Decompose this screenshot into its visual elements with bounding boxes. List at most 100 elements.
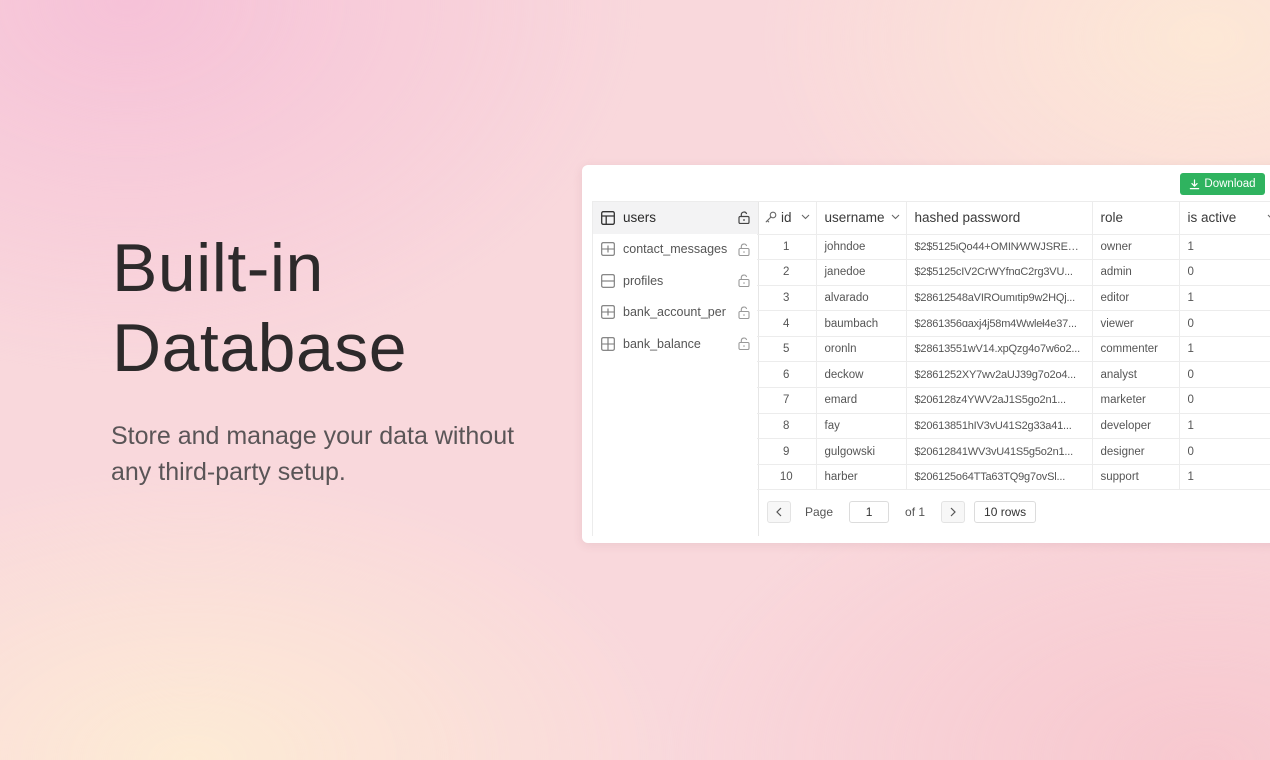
cell-role[interactable]: viewer	[1092, 310, 1180, 337]
cell-role[interactable]: designer	[1092, 438, 1180, 465]
cell-is-active[interactable]: 1	[1179, 464, 1270, 491]
sidebar-item-label: users	[623, 210, 657, 226]
cell-username[interactable]: fay	[816, 413, 907, 440]
sidebar-item-profiles[interactable]: profiles	[593, 265, 758, 297]
chevron-right-icon	[950, 507, 956, 517]
sidebar-item-bank-balance[interactable]: bank_balance	[593, 328, 758, 360]
download-button[interactable]: Download	[1180, 173, 1265, 195]
cell-is-active[interactable]: 1	[1179, 234, 1270, 261]
page-count-label: of 1	[905, 505, 926, 519]
column-header-id[interactable]: id	[757, 202, 817, 235]
cell-id[interactable]: 1	[757, 234, 817, 261]
cell-role[interactable]: analyst	[1092, 361, 1180, 389]
cell-hashed-password[interactable]: $28612548aVIROumıtip9w2HQj...	[906, 285, 1093, 312]
sidebar-item-contact-messages[interactable]: contact_messages	[593, 234, 758, 266]
table-row[interactable]: 3 alvarado $28612548aVIROumıtip9w2HQj...…	[757, 285, 1270, 312]
next-page-button[interactable]	[941, 501, 966, 523]
lock-icon	[738, 274, 750, 287]
cell-hashed-password[interactable]: $2$5125ιQo44+OMIN⁄WWJSREHg...	[906, 234, 1093, 261]
cell-is-active[interactable]: 1	[1179, 285, 1270, 312]
cell-id[interactable]: 4	[757, 310, 817, 337]
cell-hashed-password[interactable]: $28613551wV14.xpQzg4o7w6o2...	[906, 336, 1093, 363]
chevron-down-icon[interactable]	[1267, 214, 1270, 220]
cell-is-active[interactable]: 0	[1179, 387, 1270, 414]
table-row[interactable]: 2 janedoe $2$5125cIV2CrWYfnɑC2rg3VU... a…	[757, 259, 1270, 286]
cell-hashed-password[interactable]: $2861356ɑaxj4j58m4Wwleł4e37...	[906, 310, 1093, 337]
cell-username[interactable]: gulgowski	[816, 438, 907, 465]
cell-role[interactable]: owner	[1092, 234, 1180, 261]
download-label: Download	[1204, 178, 1256, 190]
table-row[interactable]: 6 deckow $2861252XY7wv2aUJ39g7o2o4... an…	[757, 361, 1270, 389]
cell-id[interactable]: 5	[757, 336, 817, 363]
cell-role[interactable]: editor	[1092, 285, 1180, 312]
cell-id[interactable]: 10	[757, 464, 817, 491]
cell-id[interactable]: 3	[757, 285, 817, 312]
cell-hashed-password[interactable]: $20613851hIV3vU41S2g33a41...	[906, 413, 1093, 440]
column-header-role[interactable]: role	[1092, 202, 1180, 235]
rows-per-page-select[interactable]: 10 rows	[974, 501, 1037, 523]
lock-icon	[738, 242, 750, 256]
cell-id[interactable]: 2	[757, 259, 817, 286]
download-icon	[1190, 178, 1200, 189]
data-table-area: id username hashed password role is acti…	[757, 201, 1270, 536]
table-row[interactable]: 8 fay $20613851hIV3vU41S2g33a41... devel…	[757, 413, 1270, 440]
cell-username[interactable]: johndoe	[816, 234, 907, 261]
chevron-down-icon[interactable]	[891, 214, 900, 220]
lock-icon	[738, 305, 750, 319]
cell-role[interactable]: admin	[1092, 259, 1180, 286]
hero-title: Built-in Database	[112, 230, 408, 386]
cell-is-active[interactable]: 0	[1179, 310, 1270, 337]
pagination-bar: Page of 1 10 rows	[767, 501, 1037, 523]
hero-subtitle: Store and manage your data without any t…	[111, 422, 515, 486]
cell-is-active[interactable]: 0	[1179, 259, 1270, 286]
key-icon	[765, 211, 777, 223]
table-row[interactable]: 9 gulgowski $20612841WV3vU41S5g5o2n1... …	[757, 438, 1270, 465]
page-number-input[interactable]	[849, 501, 890, 523]
cell-id[interactable]: 8	[757, 413, 817, 440]
table-icon	[601, 273, 615, 288]
cell-username[interactable]: oronln	[816, 336, 907, 363]
cell-role[interactable]: commenter	[1092, 336, 1180, 363]
cell-username[interactable]: alvarado	[816, 285, 907, 312]
cell-username[interactable]: baumbach	[816, 310, 907, 337]
table-row[interactable]: 1 johndoe $2$5125ιQo44+OMIN⁄WWJSREHg... …	[757, 234, 1270, 261]
sidebar-item-label: bank_account_per	[623, 305, 726, 320]
column-header-hashed-password[interactable]: hashed password	[906, 202, 1093, 235]
cell-id[interactable]: 6	[757, 361, 817, 389]
cell-role[interactable]: support	[1092, 464, 1180, 491]
cell-username[interactable]: janedoe	[816, 259, 907, 286]
cell-hashed-password[interactable]: $206128z4YWV2aJ1S5go2n1...	[906, 387, 1093, 414]
cell-is-active[interactable]: 0	[1179, 361, 1270, 389]
cell-hashed-password[interactable]: $2861252XY7wv2aUJ39g7o2o4...	[906, 361, 1093, 389]
database-panel: Download users contact_messages profiles…	[582, 165, 1270, 543]
column-header-username[interactable]: username	[816, 202, 907, 235]
cell-id[interactable]: 9	[757, 438, 817, 465]
sidebar-item-bank-account-per[interactable]: bank_account_per	[593, 297, 758, 329]
sidebar-item-label: bank_balance	[623, 336, 701, 351]
column-header-is-active[interactable]: is active	[1179, 202, 1270, 235]
sidebar-item-users[interactable]: users	[593, 202, 758, 234]
cell-username[interactable]: emard	[816, 387, 907, 414]
previous-page-button[interactable]	[767, 501, 791, 523]
cell-role[interactable]: marketer	[1092, 387, 1180, 414]
table-row[interactable]: 5 oronln $28613551wV14.xpQzg4o7w6o2... c…	[757, 336, 1270, 363]
page-label: Page	[805, 505, 834, 519]
table-row[interactable]: 10 harber $206125o64TTa63TQ9g7ovSl... su…	[757, 464, 1270, 491]
cell-hashed-password[interactable]: $2$5125cIV2CrWYfnɑC2rg3VU...	[906, 259, 1093, 286]
chevron-down-icon[interactable]	[801, 214, 810, 220]
cell-is-active[interactable]: 1	[1179, 413, 1270, 440]
cell-username[interactable]: deckow	[816, 361, 907, 389]
table-icon	[601, 210, 615, 225]
cell-hashed-password[interactable]: $206125o64TTa63TQ9g7ovSl...	[906, 464, 1093, 491]
cell-is-active[interactable]: 0	[1179, 438, 1270, 465]
cell-username[interactable]: harber	[816, 464, 907, 491]
table-row[interactable]: 7 emard $206128z4YWV2aJ1S5go2n1... marke…	[757, 387, 1270, 414]
cell-is-active[interactable]: 1	[1179, 336, 1270, 363]
table-row[interactable]: 4 baumbach $2861356ɑaxj4j58m4Wwleł4e37..…	[757, 310, 1270, 337]
lock-icon	[738, 211, 750, 224]
sidebar-item-label: contact_messages	[623, 242, 728, 257]
chevron-left-icon	[776, 507, 782, 517]
cell-id[interactable]: 7	[757, 387, 817, 414]
cell-role[interactable]: developer	[1092, 413, 1180, 440]
cell-hashed-password[interactable]: $20612841WV3vU41S5g5o2n1...	[906, 438, 1093, 465]
